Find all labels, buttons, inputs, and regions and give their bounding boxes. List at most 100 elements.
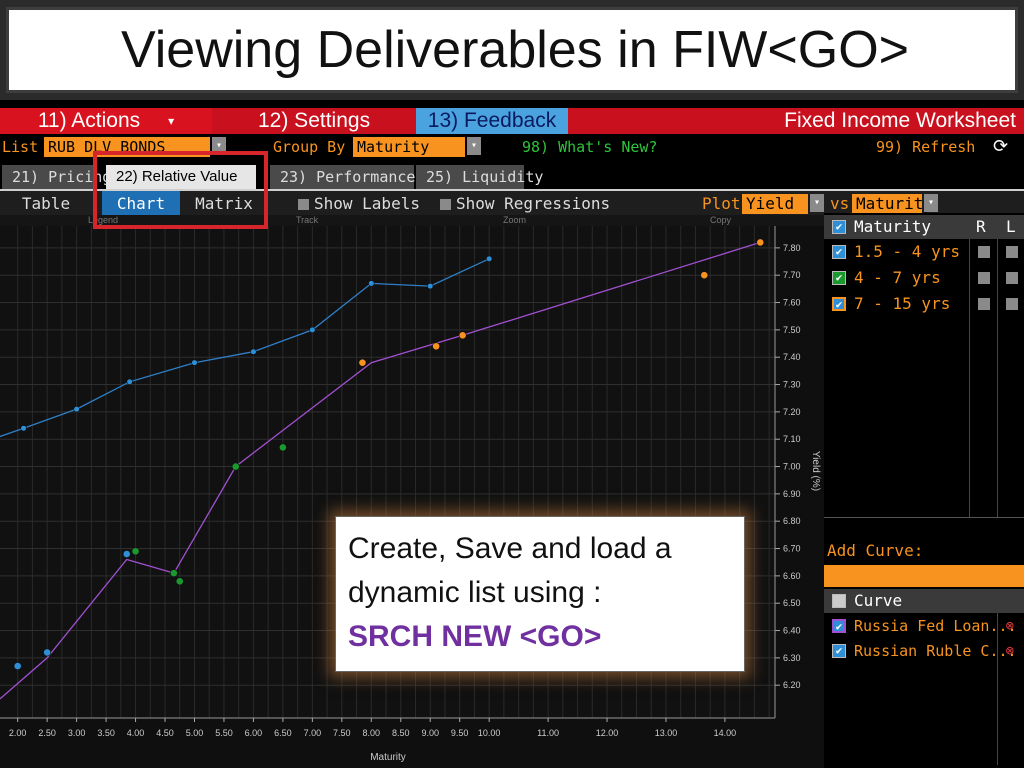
show-labels-checkbox[interactable] [298,199,309,210]
y-tick-label: 6.50 [783,598,801,608]
callout-line-2: dynamic list using : [348,576,602,609]
x-tick-label: 2.50 [38,728,56,738]
x-tick-label: 3.00 [68,728,86,738]
panel-divider [824,517,1024,518]
callout-box: Create, Save and load a dynamic list usi… [335,516,745,672]
bond-point[interactable] [358,358,367,367]
curve-row-2[interactable]: ✔ Russian Ruble C... ⊗ [824,639,1024,663]
x-tick-label: 13.00 [655,728,678,738]
vs-value: Maturity [852,194,933,214]
group-1-r-toggle[interactable] [978,246,990,258]
group-by-select[interactable]: Maturity ▾ [353,137,481,157]
curve-node [486,255,493,262]
series-panel: ✔ Maturity R L ✔ 1.5 - 4 yrs ✔ 4 - 7 yrs… [824,213,1024,768]
curve-1-label: Russia Fed Loan... [854,617,1017,635]
x-tick-label: 14.00 [714,728,737,738]
vs-select[interactable]: Maturity▾ [852,194,938,214]
y-tick-label: 7.10 [783,434,801,444]
maturity-select-all-checkbox[interactable]: ✔ [832,220,846,234]
slide-title-frame: Viewing Deliverables in FIW<GO> [6,7,1018,93]
group-1-label: 1.5 - 4 yrs [854,242,960,261]
bond-point[interactable] [122,550,131,558]
curve-1-checkbox[interactable]: ✔ [832,619,846,633]
refresh-button[interactable]: 99) Refresh [876,137,975,157]
bond-point[interactable] [13,662,22,670]
x-tick-label: 6.50 [274,728,292,738]
group-row-1[interactable]: ✔ 1.5 - 4 yrs [824,240,1024,264]
curve-row-1[interactable]: ✔ Russia Fed Loan... ⊗ [824,614,1024,638]
vs-dropdown-icon[interactable]: ▾ [924,194,938,212]
bond-point[interactable] [458,331,467,340]
x-tick-label: 3.50 [97,728,115,738]
slide-header: Viewing Deliverables in FIW<GO> [0,0,1024,100]
group-2-r-toggle[interactable] [978,272,990,284]
show-labels-toggle[interactable]: Show Labels [298,191,420,217]
plot-dropdown-icon[interactable]: ▾ [810,194,824,212]
bond-point[interactable] [432,342,441,351]
curve-node [126,378,133,385]
bond-point[interactable] [700,271,709,280]
group-3-l-toggle[interactable] [1006,298,1018,310]
y-tick-label: 6.80 [783,516,801,526]
curve-2-checkbox[interactable]: ✔ [832,644,846,658]
y-tick-label: 6.20 [783,680,801,690]
show-labels-label: Show Labels [314,194,420,213]
group-2-checkbox[interactable]: ✔ [832,271,846,285]
plot-label: Plot [702,194,741,213]
actions-menu[interactable]: 11) Actions ▾ [0,108,212,134]
show-regressions-toggle[interactable]: Show Regressions [440,191,610,217]
x-tick-label: 9.00 [421,728,439,738]
table-view-button[interactable]: Table [0,191,92,217]
bond-point[interactable] [175,577,184,586]
whats-new-link[interactable]: 98) What's New? [522,137,657,157]
refresh-icon[interactable]: ⟳ [993,137,1008,157]
column-divider [969,239,970,517]
settings-menu[interactable]: 12) Settings [258,108,370,134]
bond-point[interactable] [278,443,287,452]
y-tick-label: 7.30 [783,380,801,390]
y-tick-label: 7.20 [783,407,801,417]
group-by-dropdown-icon[interactable]: ▾ [467,137,481,155]
menu-bar: 11) Actions ▾ 12) Settings 13) Feedback F… [0,108,1024,134]
bond-point[interactable] [169,569,178,578]
curve-select-all-checkbox[interactable] [832,594,846,608]
bond-point[interactable] [756,238,765,247]
feedback-menu[interactable]: 13) Feedback [416,108,568,134]
tab-performance[interactable]: 23) Performance [270,165,415,189]
group-row-3[interactable]: ✔ 7 - 15 yrs [824,292,1024,316]
actions-label: 11) Actions [37,109,141,132]
r-column-header: R [976,217,986,236]
curve-2-label: Russian Ruble C... [854,642,1017,660]
y-tick-label: 7.40 [783,352,801,362]
plot-select[interactable]: Yield ▾ [742,194,824,214]
chart-svg[interactable]: 6.20 6.30 6.40 6.50 6.60 6.70 6.80 6.90 7.00 7.10… [0,226,824,768]
track-tool[interactable]: Track [296,215,318,225]
curve-header-row: Curve [824,589,1024,613]
tab-liquidity[interactable]: 25) Liquidity [416,165,543,189]
group-3-r-toggle[interactable] [978,298,990,310]
yield-curve-chart[interactable]: 6.20 6.30 6.40 6.50 6.60 6.70 6.80 6.90 7.00 7.10… [0,226,824,768]
group-row-2[interactable]: ✔ 4 - 7 yrs [824,266,1024,290]
bond-point[interactable] [131,547,140,556]
group-2-l-toggle[interactable] [1006,272,1018,284]
copy-tool[interactable]: Copy [710,215,731,225]
bond-point[interactable] [43,648,52,657]
x-tick-label: 8.50 [392,728,410,738]
x-tick-label: 8.00 [363,728,381,738]
bond-point[interactable] [231,462,240,471]
maturity-header: Maturity [854,217,932,236]
y-tick-label: 6.40 [783,626,801,636]
group-3-checkbox[interactable]: ✔ [832,297,846,311]
group-1-checkbox[interactable]: ✔ [832,245,846,259]
group-1-l-toggle[interactable] [1006,246,1018,258]
x-tick-label: 6.00 [245,728,263,738]
callout-line-1: Create, Save and load a [348,532,672,565]
zoom-tool[interactable]: Zoom [503,215,526,225]
app-title: Fixed Income Worksheet [784,109,1016,132]
add-curve-input[interactable] [824,565,1024,587]
remove-curve-2-icon[interactable]: ⊗ [1006,639,1014,663]
y-tick-label: 7.50 [783,325,801,335]
tab-pricing[interactable]: 21) Pricing [2,165,111,189]
remove-curve-1-icon[interactable]: ⊗ [1006,614,1014,638]
show-regressions-checkbox[interactable] [440,199,451,210]
